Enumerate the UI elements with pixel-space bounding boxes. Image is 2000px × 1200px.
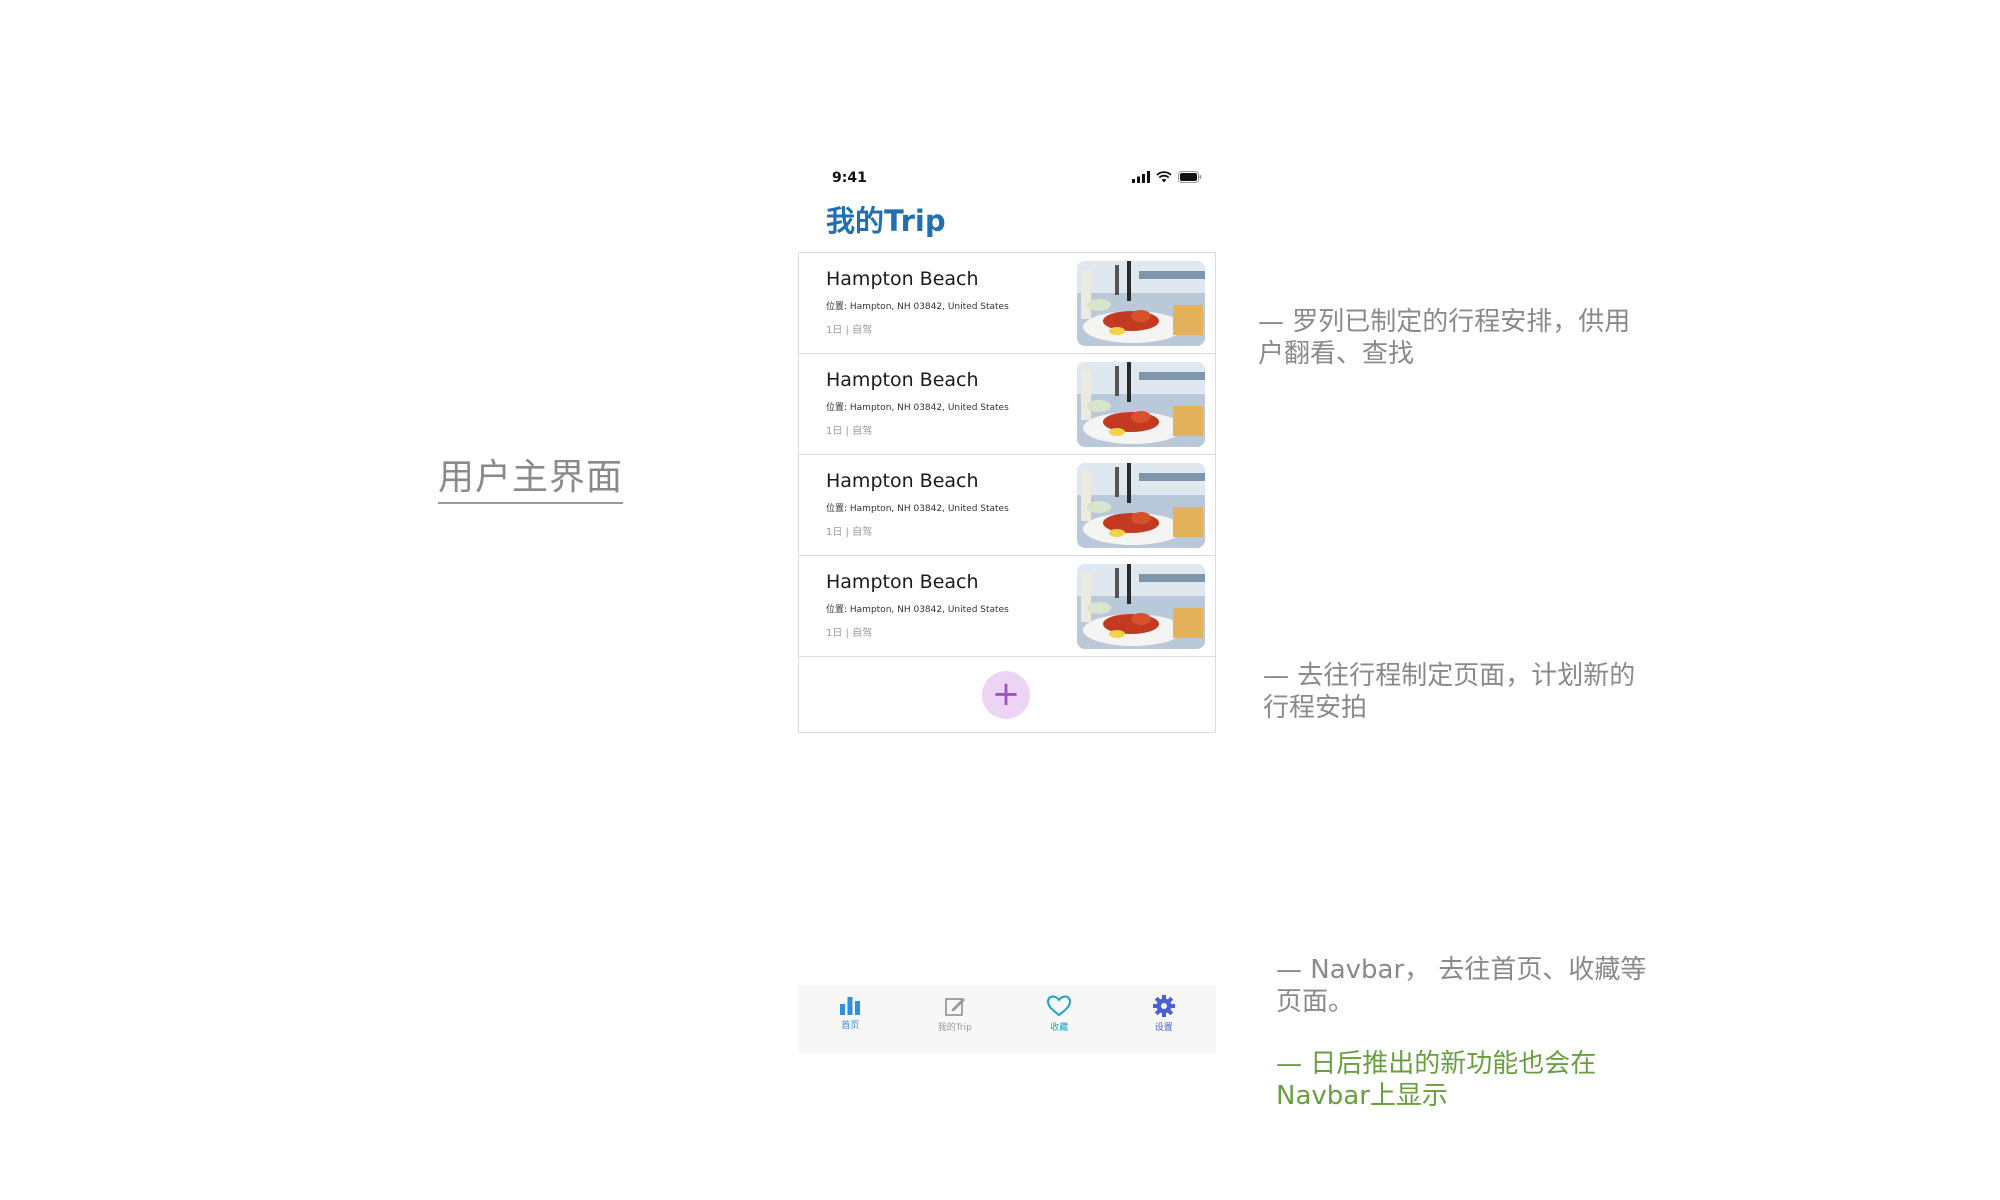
trip-list-item[interactable]: Hampton Beach 位置: Hampton, NH 03842, Uni…	[799, 354, 1215, 455]
nav-label-favorites: 收藏	[1050, 1023, 1069, 1033]
trip-photo	[1077, 261, 1205, 346]
add-trip-button[interactable]: +	[982, 671, 1030, 719]
annotation-navbar: — Navbar， 去往首页、收藏等页面。	[1276, 955, 1647, 1017]
trip-meta: 1日 | 自驾	[826, 325, 873, 336]
trip-name: Hampton Beach	[826, 470, 979, 492]
status-icons	[1132, 170, 1202, 184]
trip-list-item[interactable]: Hampton Beach 位置: Hampton, NH 03842, Uni…	[799, 455, 1215, 556]
nav-label-my-trip: 我的Trip	[937, 1023, 972, 1033]
annotation-add: — 去往行程制定页面，计划新的行程安拍	[1263, 661, 1636, 723]
edit-icon	[944, 998, 965, 1016]
screen-label: 用户主界面	[438, 448, 624, 504]
signal-icon	[1132, 171, 1150, 183]
trip-photo	[1077, 362, 1205, 447]
page-title: 我的Trip	[826, 204, 946, 238]
trip-meta: 1日 | 自驾	[826, 426, 873, 437]
battery-icon	[1178, 171, 1202, 183]
wifi-icon	[1156, 171, 1172, 183]
trip-name: Hampton Beach	[826, 268, 979, 290]
trip-location: 位置: Hampton, NH 03842, United States	[826, 605, 1009, 615]
trip-list-item[interactable]: Hampton Beach 位置: Hampton, NH 03842, Uni…	[799, 253, 1215, 354]
trip-photo	[1077, 564, 1205, 649]
nav-label-settings: 设置	[1154, 1023, 1173, 1033]
trip-name: Hampton Beach	[826, 571, 979, 593]
nav-item-home[interactable]: 首页	[798, 985, 903, 1053]
heart-icon	[1047, 995, 1072, 1017]
navbar: 首页 我的Trip 收藏 设置	[798, 985, 1216, 1053]
trip-list: Hampton Beach 位置: Hampton, NH 03842, Uni…	[798, 252, 1216, 733]
annotation-future: — 日后推出的新功能也会在Navbar上显示	[1276, 1049, 1597, 1111]
trip-location: 位置: Hampton, NH 03842, United States	[826, 504, 1009, 514]
bar-chart-icon	[840, 997, 861, 1015]
trip-meta: 1日 | 自驾	[826, 628, 873, 639]
phone-screen: 9:41 我的Trip Hampton Beach 位置: Hampton, N…	[798, 160, 1216, 1060]
add-trip-row: +	[799, 657, 1215, 732]
trip-photo	[1077, 463, 1205, 548]
annotation-list: — 罗列已制定的行程安排，供用户翻看、查找	[1258, 307, 1631, 369]
nav-item-favorites[interactable]: 收藏	[1007, 985, 1112, 1053]
nav-label-home: 首页	[841, 1021, 860, 1031]
nav-item-settings[interactable]: 设置	[1112, 985, 1217, 1053]
status-time: 9:41	[832, 170, 867, 186]
trip-location: 位置: Hampton, NH 03842, United States	[826, 302, 1009, 312]
trip-location: 位置: Hampton, NH 03842, United States	[826, 403, 1009, 413]
trip-name: Hampton Beach	[826, 369, 979, 391]
nav-item-my-trip[interactable]: 我的Trip	[903, 985, 1008, 1053]
trip-meta: 1日 | 自驾	[826, 527, 873, 538]
trip-list-item[interactable]: Hampton Beach 位置: Hampton, NH 03842, Uni…	[799, 556, 1215, 657]
gear-icon	[1152, 995, 1175, 1017]
